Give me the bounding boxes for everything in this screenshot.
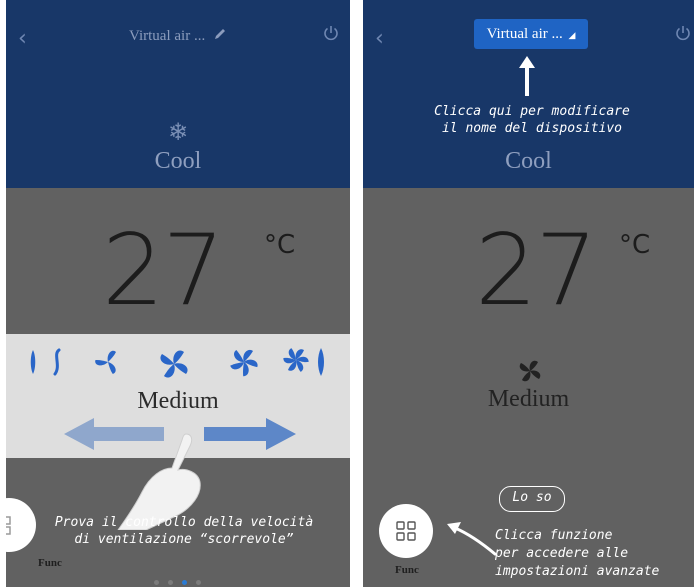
page-dot-active[interactable] <box>182 580 187 585</box>
fan-speed-label: Medium <box>137 388 219 414</box>
func-hint-line: Clicca funzione <box>495 528 613 543</box>
temperature-value: 27 <box>475 214 598 328</box>
page-indicator[interactable] <box>154 572 210 587</box>
page-dot[interactable] <box>154 580 159 585</box>
slider-hint-line: di ventilazione “scorrevole” <box>74 532 294 547</box>
temperature-value: 27 <box>102 214 225 328</box>
right-screen: ‹ Virtual air ... ◢ Clicca qui per modif… <box>363 0 694 587</box>
page-dot[interactable] <box>196 580 201 585</box>
func-hint: Clicca funzione per accedere alle impost… <box>495 527 694 581</box>
func-hint-line: per accedere alle <box>495 546 629 561</box>
fan-icon <box>519 360 541 382</box>
edit-pencil-icon[interactable] <box>213 27 227 41</box>
rename-hint: Clicca qui per modificare il nome del di… <box>407 103 657 137</box>
fan-end-icon <box>318 348 324 376</box>
rename-hint-line: Clicca qui per modificare <box>434 104 630 119</box>
fan-speed-label: Medium <box>487 386 570 412</box>
device-title-text: Virtual air ... <box>486 26 563 42</box>
device-title[interactable]: Virtual air ... <box>6 27 350 45</box>
temperature-unit: °C <box>264 230 296 260</box>
back-button[interactable]: ‹ <box>375 26 384 51</box>
grid-icon <box>6 516 11 535</box>
device-title-text: Virtual air ... <box>129 28 206 44</box>
power-icon[interactable] <box>674 24 692 42</box>
page-dot[interactable] <box>168 580 173 585</box>
slider-hint-line: Prova il controllo della velocità <box>54 515 314 530</box>
power-icon[interactable] <box>322 24 340 42</box>
device-title-button[interactable]: Virtual air ... ◢ <box>474 19 588 49</box>
fan-high-icon <box>230 349 258 377</box>
fan-medium-icon <box>160 350 188 378</box>
arrow-right-icon <box>204 418 296 450</box>
mode-label: Cool <box>154 148 202 174</box>
snowflake-icon: ❄ <box>167 118 189 146</box>
mode-label: Cool <box>505 148 552 174</box>
func-label: Func <box>38 557 62 569</box>
fan-max-icon <box>283 348 309 372</box>
grid-icon <box>396 521 416 541</box>
left-screen: ‹ Virtual air ... ❄ Cool 27 °C Medium Pr… <box>6 0 350 587</box>
fan-blade-1-icon <box>53 348 61 376</box>
func-hint-line: impostazioni avanzate <box>495 564 660 579</box>
dismiss-button[interactable]: Lo so <box>499 486 565 512</box>
rename-hint-line: il nome del dispositivo <box>441 121 622 136</box>
slider-hint: Prova il controllo della velocità di ven… <box>44 514 324 548</box>
arrow-up-icon <box>519 56 535 96</box>
fan-low-icon <box>95 350 116 374</box>
fan-min-icon <box>30 350 36 374</box>
arrow-to-func-icon <box>447 522 497 556</box>
func-label: Func <box>395 564 419 576</box>
dropdown-corner-icon: ◢ <box>568 30 576 40</box>
temperature-unit: °C <box>619 230 651 260</box>
fan-speed-icons <box>6 344 350 384</box>
